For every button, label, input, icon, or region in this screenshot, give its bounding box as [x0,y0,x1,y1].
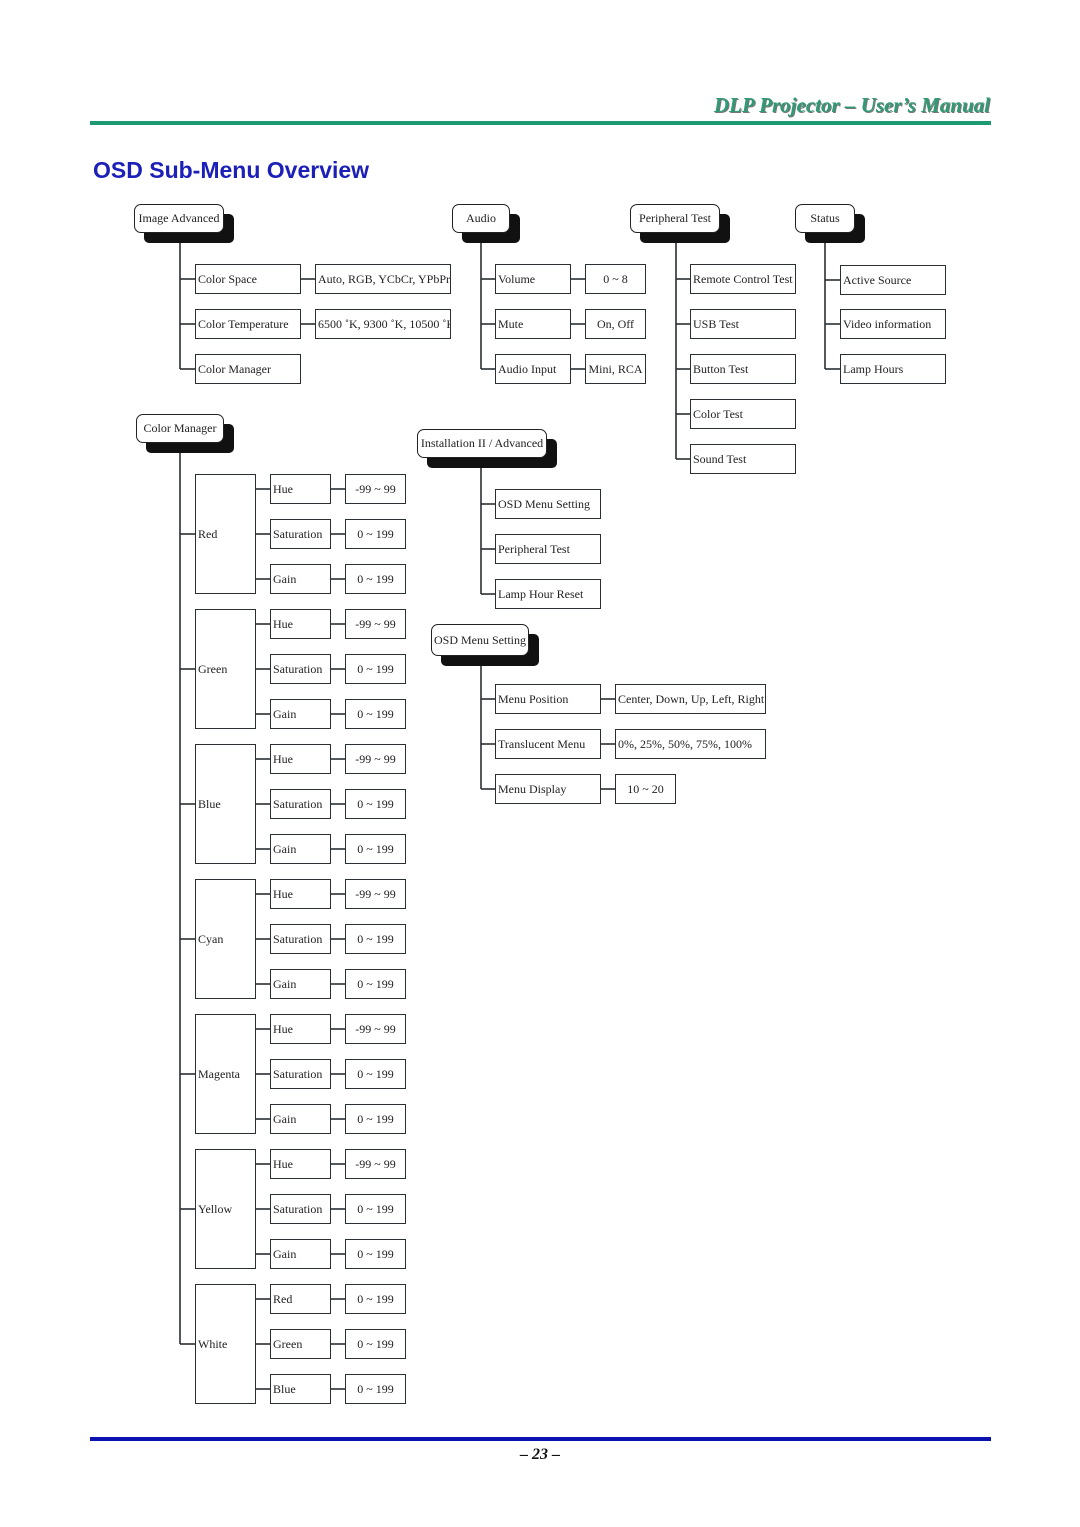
color-red-hue-range: -99 ~ 99 [345,474,406,504]
color-cyan-gain-range: 0 ~ 199 [345,969,406,999]
menu-header-color-manager: Color Manager [136,414,234,453]
color-red-hue: Hue [270,474,331,504]
color-white-red-range: 0 ~ 199 [345,1284,406,1314]
menu-value-volume: 0 ~ 8 [585,264,646,294]
menu-item-active-source: Active Source [840,265,946,295]
color-yellow-saturation: Saturation [270,1194,331,1224]
menu-value-audio-input: Mini, RCA [585,354,646,384]
menu-value-color-temperature: 6500 ˚K, 9300 ˚K, 10500 ˚K [315,309,451,339]
color-green-saturation-range: 0 ~ 199 [345,654,406,684]
color-green-hue: Hue [270,609,331,639]
color-blue-hue-range: -99 ~ 99 [345,744,406,774]
menu-header-audio: Audio [452,204,520,243]
color-blue-saturation-range: 0 ~ 199 [345,789,406,819]
menu-item-remote-control-test: Remote Control Test [690,264,796,294]
color-white-red: Red [270,1284,331,1314]
color-group-red: Red [195,474,256,594]
color-group-yellow: Yellow [195,1149,256,1269]
color-group-cyan: Cyan [195,879,256,999]
osd-value-translucent-menu: 0%, 25%, 50%, 75%, 100% [615,729,766,759]
menu-header-label: Image Advanced [134,204,224,233]
color-magenta-gain: Gain [270,1104,331,1134]
menu-header-label: Peripheral Test [630,204,720,233]
footer-divider [90,1437,991,1441]
color-cyan-saturation-range: 0 ~ 199 [345,924,406,954]
color-cyan-hue: Hue [270,879,331,909]
color-blue-gain: Gain [270,834,331,864]
menu-header-label: OSD Menu Setting [431,624,529,656]
menu-item-mute: Mute [495,309,571,339]
color-group-magenta: Magenta [195,1014,256,1134]
menu-header-label: Status [795,204,855,233]
menu-header-status: Status [795,204,865,243]
color-red-gain-range: 0 ~ 199 [345,564,406,594]
color-red-saturation: Saturation [270,519,331,549]
color-blue-gain-range: 0 ~ 199 [345,834,406,864]
color-white-blue-range: 0 ~ 199 [345,1374,406,1404]
color-cyan-gain: Gain [270,969,331,999]
page-number: – 23 – [520,1446,560,1463]
menu-header-label: Installation II / Advanced [417,429,547,458]
menu-header-label: Color Manager [136,414,224,443]
menu-header-label: Audio [452,204,510,233]
osd-submenu-diagram: Image Advanced Color Space Auto, RGB, YCbC… [0,0,1080,1527]
osd-item-menu-display: Menu Display [495,774,601,804]
color-red-gain: Gain [270,564,331,594]
color-green-hue-range: -99 ~ 99 [345,609,406,639]
menu-item-audio-input: Audio Input [495,354,571,384]
install-item-lamp-hour-reset: Lamp Hour Reset [495,579,601,609]
menu-item-color-manager: Color Manager [195,354,301,384]
color-yellow-gain-range: 0 ~ 199 [345,1239,406,1269]
menu-item-video-information: Video information [840,309,946,339]
osd-value-menu-display: 10 ~ 20 [615,774,676,804]
menu-header-installation-advanced: Installation II / Advanced [417,429,557,468]
color-green-gain-range: 0 ~ 199 [345,699,406,729]
color-magenta-hue: Hue [270,1014,331,1044]
menu-item-color-test: Color Test [690,399,796,429]
install-item-peripheral-test: Peripheral Test [495,534,601,564]
color-green-saturation: Saturation [270,654,331,684]
color-cyan-hue-range: -99 ~ 99 [345,879,406,909]
color-magenta-gain-range: 0 ~ 199 [345,1104,406,1134]
osd-item-translucent-menu: Translucent Menu [495,729,601,759]
menu-value-mute: On, Off [585,309,646,339]
menu-item-color-temperature: Color Temperature [195,309,301,339]
color-group-white: White [195,1284,256,1404]
color-yellow-hue: Hue [270,1149,331,1179]
color-yellow-saturation-range: 0 ~ 199 [345,1194,406,1224]
menu-value-color-space: Auto, RGB, YCbCr, YPbPr [315,264,451,294]
install-item-osd-menu-setting: OSD Menu Setting [495,489,601,519]
osd-value-menu-position: Center, Down, Up, Left, Right [615,684,766,714]
menu-item-usb-test: USB Test [690,309,796,339]
color-magenta-hue-range: -99 ~ 99 [345,1014,406,1044]
color-green-gain: Gain [270,699,331,729]
color-blue-hue: Hue [270,744,331,774]
color-group-green: Green [195,609,256,729]
color-yellow-hue-range: -99 ~ 99 [345,1149,406,1179]
color-white-green-range: 0 ~ 199 [345,1329,406,1359]
color-red-saturation-range: 0 ~ 199 [345,519,406,549]
menu-item-button-test: Button Test [690,354,796,384]
color-yellow-gain: Gain [270,1239,331,1269]
menu-header-osd-menu-setting: OSD Menu Setting [431,624,539,666]
menu-item-sound-test: Sound Test [690,444,796,474]
menu-item-volume: Volume [495,264,571,294]
color-cyan-saturation: Saturation [270,924,331,954]
color-magenta-saturation-range: 0 ~ 199 [345,1059,406,1089]
color-white-blue: Blue [270,1374,331,1404]
menu-header-peripheral-test: Peripheral Test [630,204,730,243]
menu-item-lamp-hours: Lamp Hours [840,354,946,384]
color-blue-saturation: Saturation [270,789,331,819]
menu-item-color-space: Color Space [195,264,301,294]
color-magenta-saturation: Saturation [270,1059,331,1089]
color-white-green: Green [270,1329,331,1359]
osd-item-menu-position: Menu Position [495,684,601,714]
color-group-blue: Blue [195,744,256,864]
menu-header-image-advanced: Image Advanced [134,204,234,243]
